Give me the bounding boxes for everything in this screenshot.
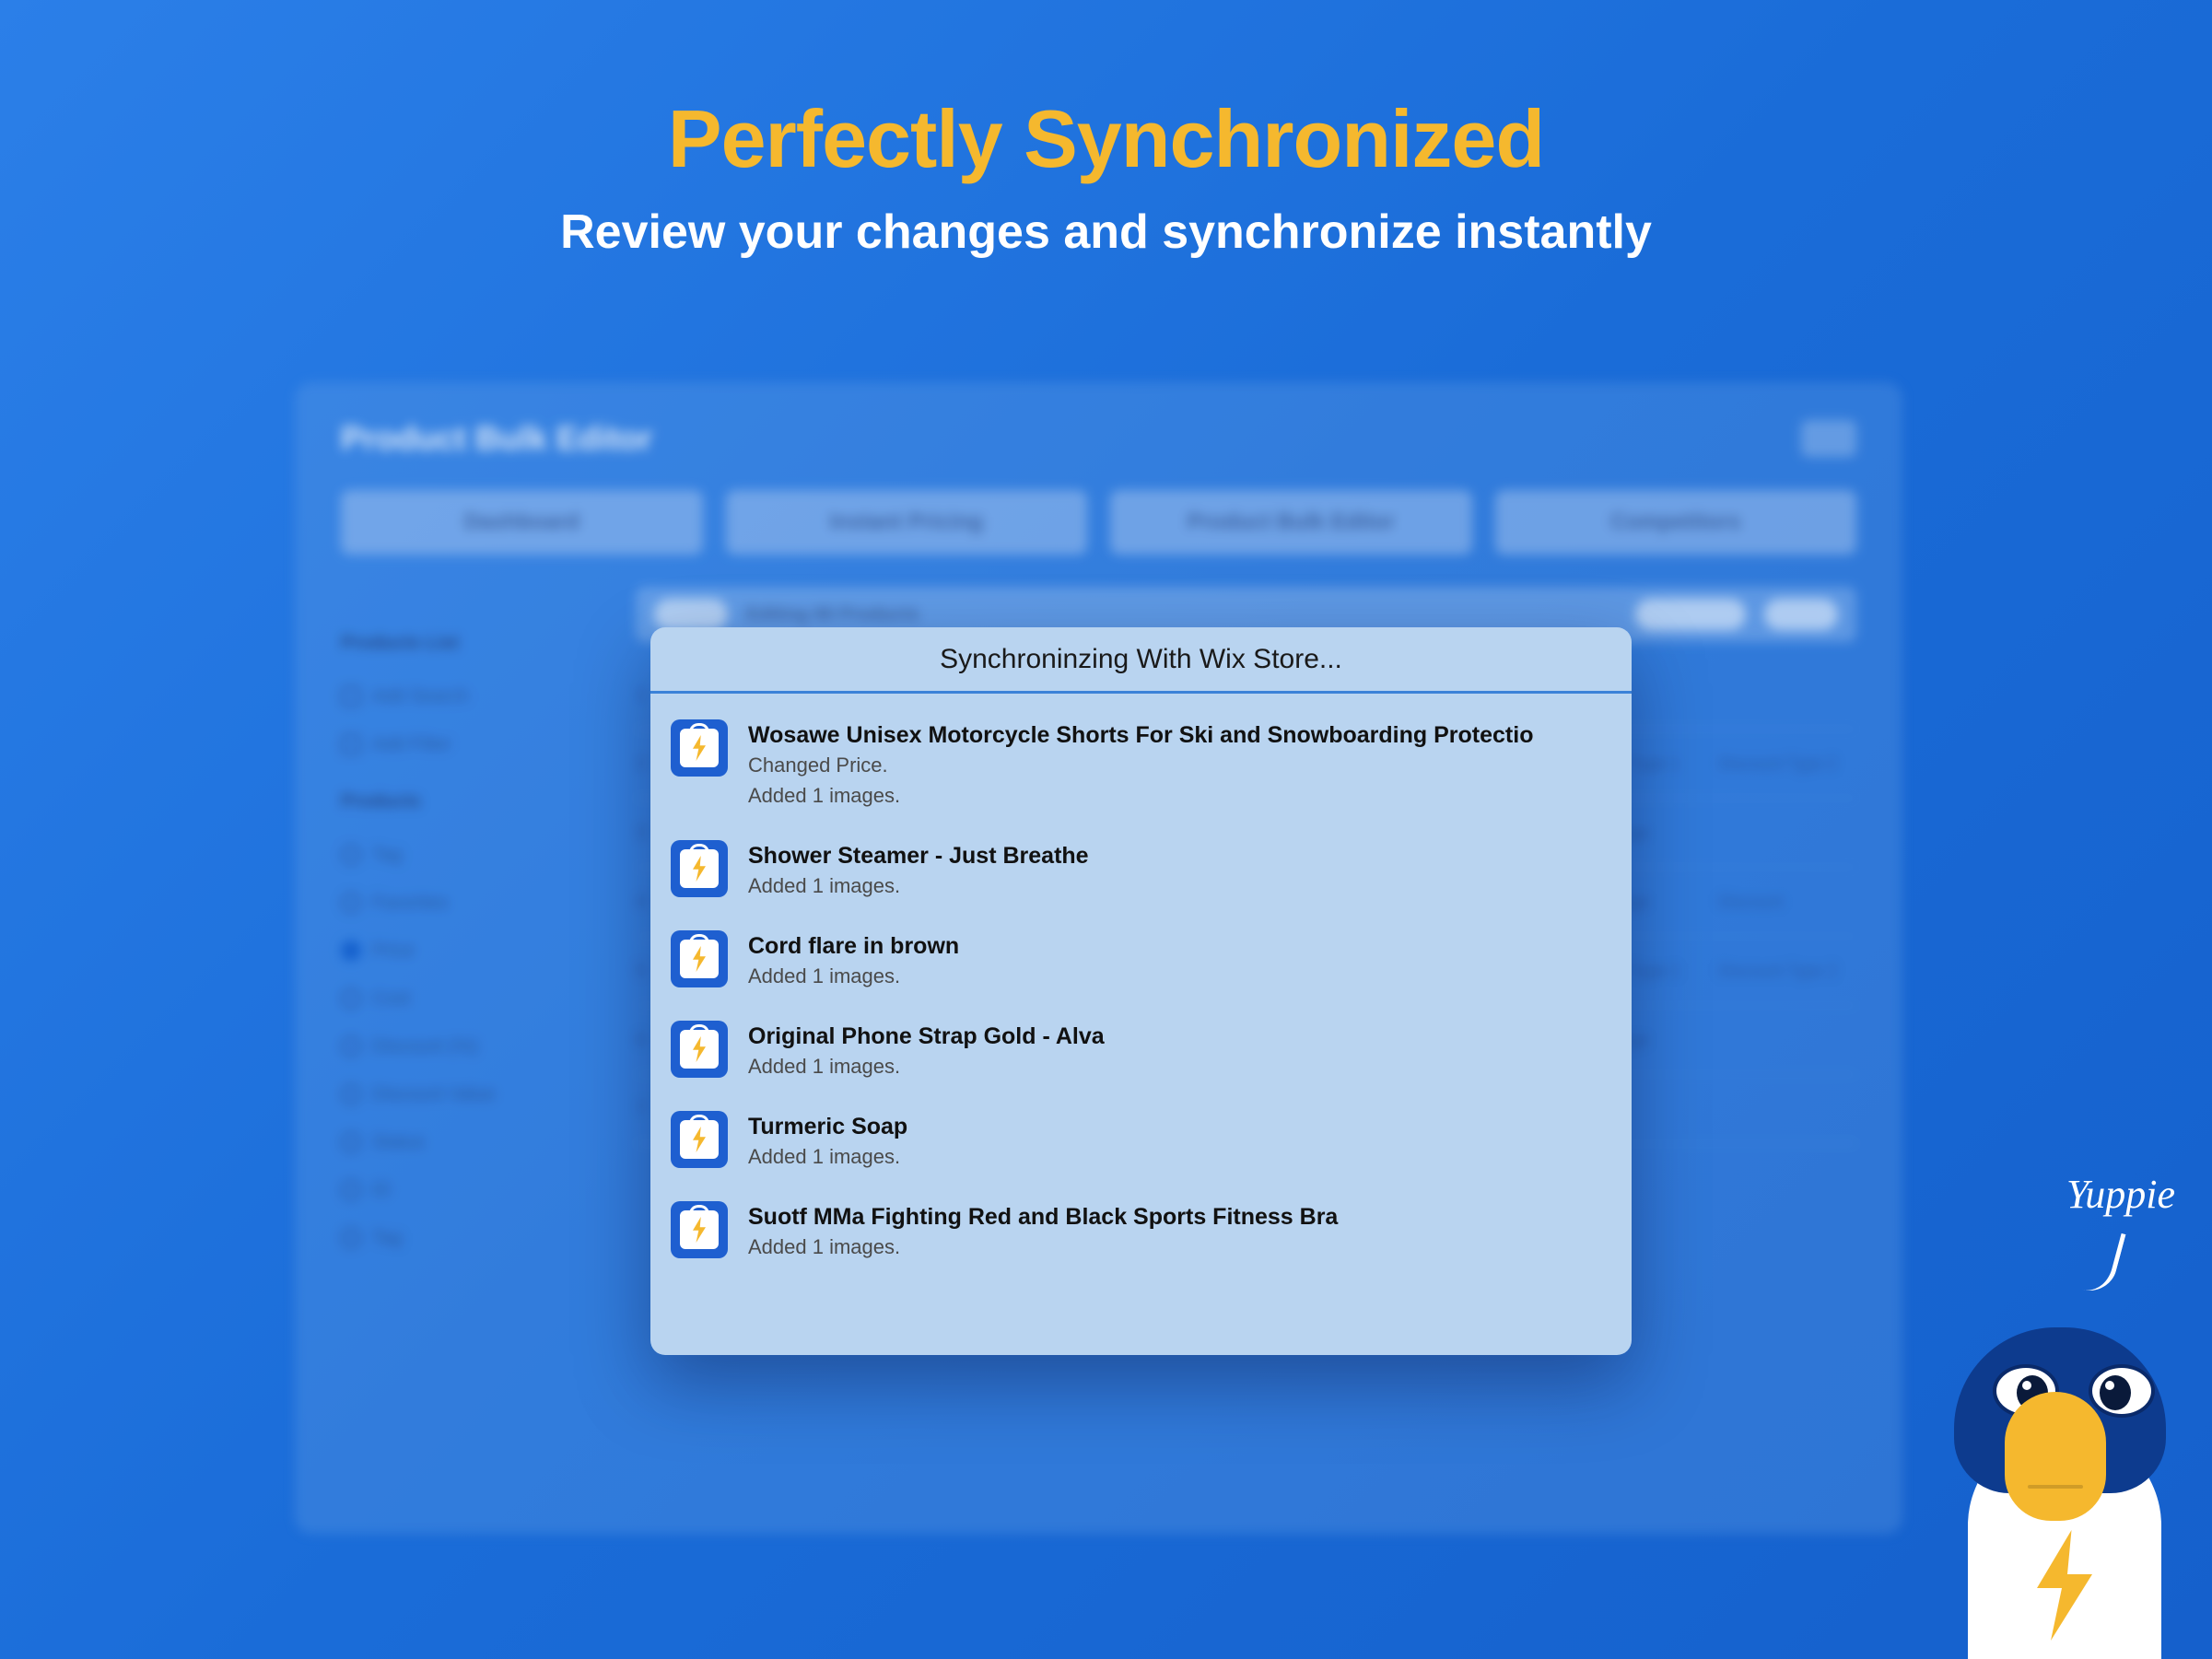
product-bag-icon xyxy=(671,840,728,897)
sync-item-change: Added 1 images. xyxy=(748,782,1611,811)
bg-side-item: Discount (%) xyxy=(341,1027,599,1066)
hero-subtitle: Review your changes and synchronize inst… xyxy=(0,204,2212,260)
bg-side-item: Status xyxy=(341,1123,599,1162)
bg-tab-pricing: Instant Pricing xyxy=(726,490,1088,555)
sync-item: Original Phone Strap Gold - AlvaAdded 1 … xyxy=(671,1008,1611,1098)
sync-item-change: Added 1 images. xyxy=(748,1143,1611,1172)
bg-tabs: Dashboard Instant Pricing Product Bulk E… xyxy=(341,490,1856,555)
bg-side-item: Cost xyxy=(341,979,599,1018)
sync-item-change: Added 1 images. xyxy=(748,963,1611,991)
bg-side-item: Tag xyxy=(341,835,599,874)
sync-item-change: Added 1 images. xyxy=(748,1233,1611,1262)
sync-item: Suotf MMa Fighting Red and Black Sports … xyxy=(671,1188,1611,1279)
product-bag-icon xyxy=(671,1021,728,1078)
product-bag-icon xyxy=(671,1111,728,1168)
hero-section: Perfectly Synchronized Review your chang… xyxy=(0,0,2212,260)
bg-side-item: Discount Value xyxy=(341,1075,599,1114)
mascot: Yuppie xyxy=(1880,1171,2175,1659)
bg-tab-dashboard: Dashboard xyxy=(341,490,703,555)
product-bag-icon xyxy=(671,1201,728,1258)
modal-header: Synchroninzing With Wix Store... xyxy=(650,627,1632,694)
bg-sidebar: Products List Add Search Add Filter Prod… xyxy=(341,587,599,1267)
sync-item-change: Added 1 images. xyxy=(748,1053,1611,1081)
sync-item-title: Wosawe Unisex Motorcycle Shorts For Ski … xyxy=(748,721,1611,750)
bg-side-item: Tag xyxy=(341,1219,599,1257)
sync-item-change: Added 1 images. xyxy=(748,872,1611,901)
sync-item: Wosawe Unisex Motorcycle Shorts For Ski … xyxy=(671,707,1611,827)
sync-item-title: Suotf MMa Fighting Red and Black Sports … xyxy=(748,1203,1611,1232)
modal-body: Wosawe Unisex Motorcycle Shorts For Ski … xyxy=(650,694,1632,1291)
bg-tab-competitors: Competitors xyxy=(1495,490,1857,555)
bg-side-item: Favorites xyxy=(341,883,599,922)
sync-modal: Synchroninzing With Wix Store... Wosawe … xyxy=(650,627,1632,1355)
bg-close-button xyxy=(1801,420,1856,457)
product-bag-icon xyxy=(671,719,728,777)
sync-item-title: Turmeric Soap xyxy=(748,1113,1611,1141)
bg-side-section: Products xyxy=(341,791,599,812)
penguin-icon xyxy=(1917,1327,2175,1659)
sync-item: Turmeric SoapAdded 1 images. xyxy=(671,1098,1611,1188)
bg-tab-bulk-editor: Product Bulk Editor xyxy=(1110,490,1472,555)
bg-side-item: Add Search xyxy=(341,677,599,716)
bg-side-item: Add Filter xyxy=(341,725,599,764)
sync-item-title: Original Phone Strap Gold - Alva xyxy=(748,1022,1611,1051)
sync-item-title: Shower Steamer - Just Breathe xyxy=(748,842,1611,870)
mascot-speech: Yuppie xyxy=(2066,1171,2175,1218)
modal-title: Synchroninzing With Wix Store... xyxy=(940,644,1342,675)
speech-tail xyxy=(2082,1227,2125,1296)
lightning-icon xyxy=(2023,1530,2106,1641)
bg-side-item: ID xyxy=(341,1171,599,1209)
sync-item: Cord flare in brownAdded 1 images. xyxy=(671,917,1611,1008)
product-bag-icon xyxy=(671,930,728,987)
sync-item-title: Cord flare in brown xyxy=(748,932,1611,961)
bg-side-section: Products List xyxy=(341,633,599,654)
bg-app-title: Product Bulk Editor xyxy=(341,419,652,458)
sync-item: Shower Steamer - Just BreatheAdded 1 ima… xyxy=(671,827,1611,917)
sync-item-change: Changed Price. xyxy=(748,752,1611,780)
hero-title: Perfectly Synchronized xyxy=(0,92,2212,186)
bg-side-item: Price xyxy=(341,931,599,970)
